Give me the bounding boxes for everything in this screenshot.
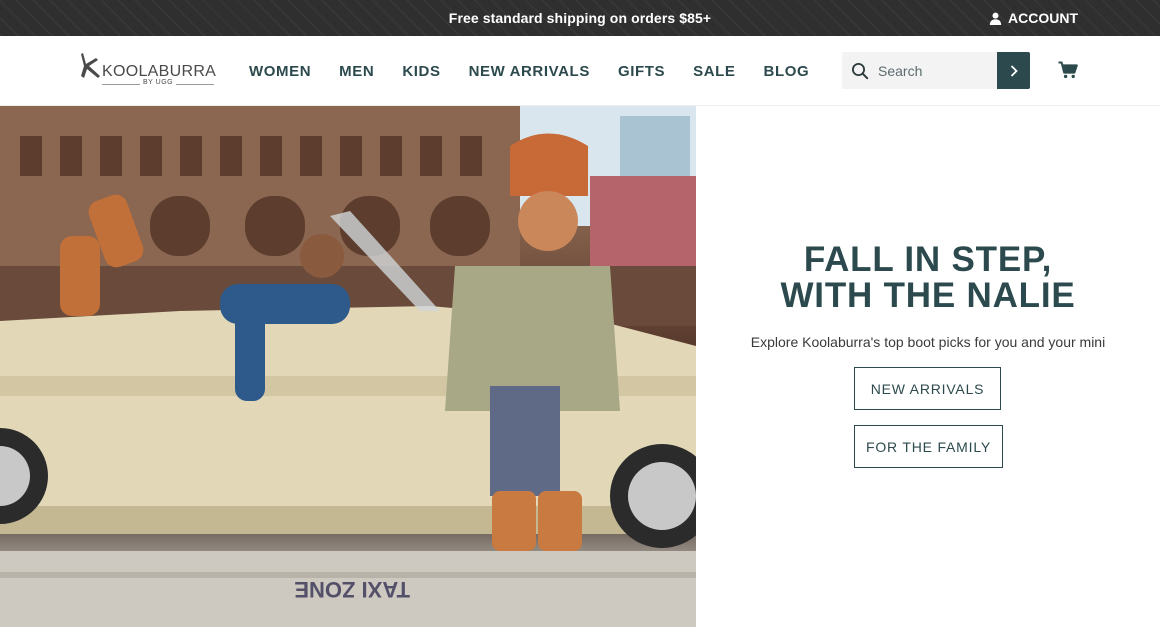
nav-item-sale[interactable]: SALE: [693, 63, 735, 80]
account-label: ACCOUNT: [1008, 10, 1078, 26]
nav-item-blog[interactable]: BLOG: [764, 63, 810, 80]
brand-sub: BY UGG: [140, 79, 177, 86]
leaf-icon: [81, 53, 100, 78]
search-box: [842, 52, 1030, 89]
hero-copy: FALL IN STEP, WITH THE NALIE Explore Koo…: [696, 106, 1160, 627]
nav-item-men[interactable]: MEN: [339, 63, 374, 80]
hero-headline: FALL IN STEP, WITH THE NALIE: [696, 242, 1160, 314]
search-submit-button[interactable]: [997, 52, 1030, 89]
hero-headline-line1: FALL IN STEP,: [803, 240, 1053, 279]
brand-logo[interactable]: KOOLABURRA BY UGG: [78, 52, 218, 92]
cart-button[interactable]: [1058, 61, 1078, 84]
new-arrivals-button[interactable]: NEW ARRIVALS: [854, 367, 1001, 410]
main-nav: WOMEN MEN KIDS NEW ARRIVALS GIFTS SALE B…: [249, 63, 837, 80]
chevron-right-icon: [1010, 64, 1018, 77]
search-input[interactable]: [878, 52, 996, 89]
taxi-zone-text: TAXI ZONE: [294, 577, 410, 602]
nav-item-kids[interactable]: KIDS: [402, 63, 440, 80]
promo-bar: Free standard shipping on orders $85+ AC…: [0, 0, 1160, 36]
nav-item-women[interactable]: WOMEN: [249, 63, 311, 80]
for-the-family-button[interactable]: FOR THE FAMILY: [854, 425, 1003, 468]
nav-item-new-arrivals[interactable]: NEW ARRIVALS: [469, 63, 590, 80]
search-icon: [851, 62, 869, 85]
hero-headline-line2: WITH THE NALIE: [780, 276, 1076, 315]
nav-item-gifts[interactable]: GIFTS: [618, 63, 665, 80]
site-header: KOOLABURRA BY UGG WOMEN MEN KIDS NEW ARR…: [0, 36, 1160, 106]
hero-subline: Explore Koolaburra's top boot picks for …: [750, 334, 1106, 350]
hero-image[interactable]: TAXI ZONE: [0, 106, 696, 627]
user-icon: [989, 12, 1002, 25]
account-link[interactable]: ACCOUNT: [989, 10, 1078, 26]
cart-icon: [1058, 61, 1078, 79]
promo-text: Free standard shipping on orders $85+: [448, 10, 712, 26]
